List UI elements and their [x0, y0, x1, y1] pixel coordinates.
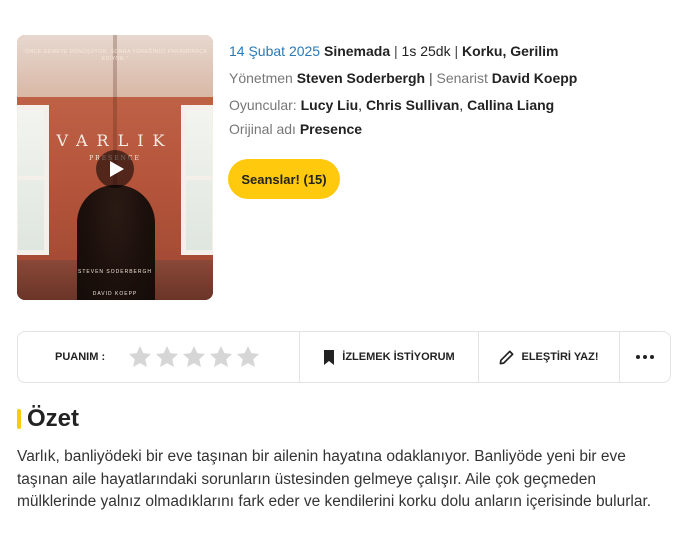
rating-label: PUANIM : — [55, 351, 106, 363]
genre-separator: , — [502, 43, 507, 59]
summary-heading: Özet — [17, 404, 79, 434]
original-title-row: Orijinal adı Presence — [229, 120, 362, 138]
cast-row: Oyuncular: Lucy Liu, Chris Sullivan, Cal… — [229, 96, 554, 114]
writer-label: Senarist — [436, 70, 488, 86]
watchlist-label: İZLEMEK İSTİYORUM — [342, 351, 455, 363]
poster-writer-credit: DAVID KOEPP — [92, 291, 138, 297]
release-date[interactable]: 14 Şubat 2025 — [229, 43, 320, 59]
genre-link[interactable]: Gerilim — [510, 43, 558, 59]
summary-accent-bar — [17, 409, 21, 429]
star-icon[interactable] — [208, 344, 234, 370]
review-label: ELEŞTİRİ YAZ! — [521, 351, 599, 363]
sessions-button[interactable]: Seanslar! (15) — [228, 159, 340, 199]
watchlist-button[interactable]: İZLEMEK İSTİYORUM — [300, 332, 479, 382]
more-options-button[interactable] — [620, 332, 670, 382]
star-icon[interactable] — [181, 344, 207, 370]
write-review-button[interactable]: ELEŞTİRİ YAZ! — [479, 332, 620, 382]
action-bar: PUANIM : İZLEMEK İSTİYORUM ELEŞTİRİ YAZ! — [17, 331, 671, 383]
writer-link[interactable]: David Koepp — [492, 70, 578, 86]
original-title-label: Orijinal adı — [229, 121, 296, 137]
bookmark-icon — [324, 349, 335, 365]
original-title: Presence — [299, 121, 363, 137]
cast-link[interactable]: Lucy Liu — [301, 97, 359, 113]
poster-figure — [77, 185, 155, 300]
genre-link[interactable]: Korku — [462, 43, 502, 59]
rating-stars — [127, 344, 261, 370]
cast-link[interactable]: Callina Liang — [467, 97, 554, 113]
poster-window-left — [17, 105, 49, 255]
separator: | — [428, 70, 433, 86]
crew-row: Yönetmen Steven Soderbergh | Senarist Da… — [229, 69, 577, 87]
release-status: Sinemada — [323, 43, 391, 59]
cast-separator: , — [358, 97, 363, 113]
summary-title: Özet — [27, 405, 80, 432]
star-icon[interactable] — [154, 344, 180, 370]
play-icon — [109, 161, 124, 177]
summary-text: Varlık, banliyödeki bir eve taşınan bir … — [17, 448, 652, 510]
poster-tagline: "ÖNCE GEMEYE DÖNÜŞÜYOR. SONRA YÜREĞİNİZİ… — [22, 49, 208, 62]
poster-director-credit: STEVEN SODERBERGH — [78, 269, 152, 275]
director-label: Yönetmen — [229, 70, 293, 86]
release-row: 14 Şubat 2025 Sinemada | 1s 25dk | Korku… — [229, 42, 559, 60]
cast-link[interactable]: Chris Sullivan — [366, 97, 459, 113]
movie-poster[interactable]: "ÖNCE GEMEYE DÖNÜŞÜYOR. SONRA YÜREĞİNİZİ… — [17, 35, 213, 300]
cast-separator: , — [459, 97, 464, 113]
pen-icon — [500, 350, 514, 364]
poster-window-right — [181, 105, 213, 255]
star-icon[interactable] — [235, 344, 261, 370]
separator: | — [454, 43, 459, 59]
cast-label: Oyuncular: — [229, 97, 297, 113]
separator: | — [394, 43, 398, 59]
poster-title: VARLIK — [56, 131, 174, 150]
star-icon[interactable] — [127, 344, 153, 370]
director-link[interactable]: Steven Soderbergh — [297, 70, 425, 86]
more-dots-icon — [636, 355, 654, 359]
duration: 1s 25dk — [401, 43, 451, 59]
trailer-play-button[interactable] — [96, 150, 134, 188]
rating-section: PUANIM : — [18, 332, 300, 382]
